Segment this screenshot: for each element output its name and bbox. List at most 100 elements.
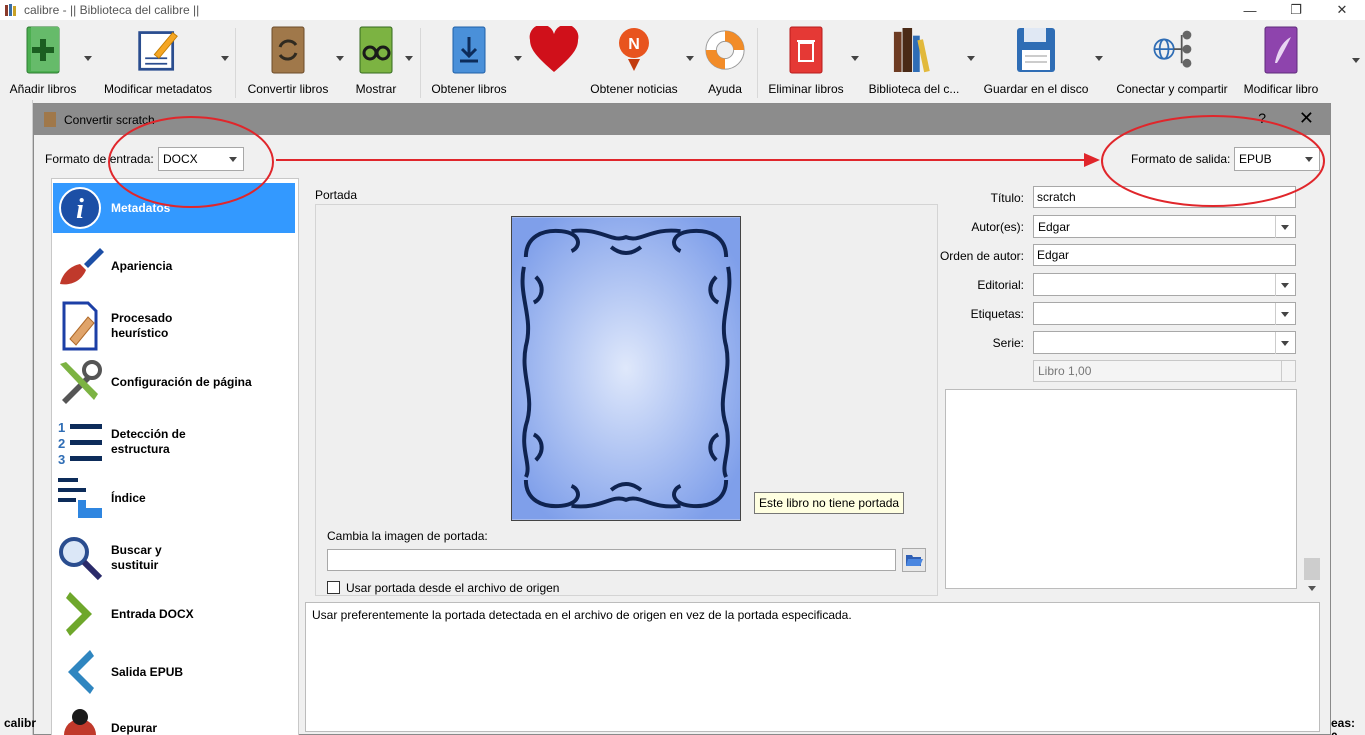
chevron-down-icon bbox=[1281, 312, 1289, 317]
main-toolbar: Añadir libros Modificar metadatos Conver… bbox=[0, 20, 1365, 100]
authors-value: Edgar bbox=[1038, 219, 1071, 234]
comments-editor[interactable] bbox=[945, 389, 1297, 589]
conversion-sections-list: i Metadatos Apariencia Procesado heuríst… bbox=[51, 178, 299, 735]
output-format-value: EPUB bbox=[1239, 152, 1272, 166]
sidebar-item-label: Metadatos bbox=[111, 200, 171, 215]
connect-share-button[interactable]: Conectar y compartir bbox=[1112, 24, 1232, 96]
remove-books-dropdown-icon[interactable] bbox=[851, 56, 859, 61]
use-source-cover-checkbox[interactable] bbox=[327, 581, 340, 594]
get-books-button[interactable]: Obtener libros bbox=[428, 24, 510, 96]
sidebar-item-metadata[interactable]: i Metadatos bbox=[53, 183, 295, 233]
svg-text:3: 3 bbox=[58, 452, 65, 466]
edit-metadata-button[interactable]: Modificar metadatos bbox=[102, 24, 214, 96]
numbered-list-icon: 123 bbox=[58, 420, 102, 466]
magnifier-icon bbox=[59, 537, 103, 581]
status-right: eas: 0 bbox=[1331, 716, 1356, 735]
library-tag-browser-partial bbox=[0, 100, 33, 735]
dialog-titlebar: Convertir scratch ? ✕ bbox=[34, 104, 1330, 135]
sidebar-item-toc[interactable]: Índice bbox=[53, 473, 295, 523]
title-label: Título: bbox=[990, 191, 1024, 205]
convert-books-dropdown-icon[interactable] bbox=[336, 56, 344, 61]
bug-icon bbox=[64, 709, 96, 735]
title-value: scratch bbox=[1037, 190, 1076, 204]
library-books-icon bbox=[893, 28, 930, 73]
input-format-select[interactable]: DOCX bbox=[158, 147, 244, 171]
convert-books-icon bbox=[271, 26, 305, 74]
chevron-down-icon bbox=[1281, 341, 1289, 346]
info-icon: i bbox=[59, 187, 101, 229]
sidebar-item-label: Configuración de página bbox=[111, 374, 252, 389]
publisher-label: Editorial: bbox=[977, 278, 1024, 292]
sidebar-item-label: Salida EPUB bbox=[111, 664, 184, 679]
convert-books-label: Convertir libros bbox=[247, 82, 329, 96]
save-to-disk-button[interactable]: Guardar en el disco bbox=[984, 24, 1088, 96]
browse-cover-button[interactable] bbox=[902, 548, 926, 572]
edit-metadata-dropdown-icon[interactable] bbox=[221, 56, 229, 61]
edit-book-button[interactable]: Modificar libro bbox=[1240, 24, 1322, 96]
dialog-title: Convertir scratch bbox=[64, 112, 155, 127]
chevron-down-icon bbox=[1305, 157, 1313, 162]
cover-image[interactable] bbox=[511, 216, 741, 521]
calibre-library-label: Biblioteca del c... bbox=[868, 82, 960, 96]
calibre-library-dropdown-icon[interactable] bbox=[967, 56, 975, 61]
dialog-close-button[interactable]: ✕ bbox=[1299, 108, 1314, 129]
series-label: Serie: bbox=[992, 336, 1024, 350]
scrollbar-thumb[interactable] bbox=[1304, 558, 1320, 580]
sidebar-item-docx-input[interactable]: Entrada DOCX bbox=[53, 589, 295, 639]
author-sort-label: Orden de autor: bbox=[939, 249, 1024, 263]
sidebar-item-structure-detection[interactable]: 123 Detección de estructura bbox=[53, 413, 295, 471]
sidebar-item-look-feel[interactable]: Apariencia bbox=[53, 241, 295, 291]
floppy-disk-icon bbox=[1017, 28, 1055, 72]
get-books-dropdown-icon[interactable] bbox=[514, 56, 522, 61]
save-to-disk-dropdown-icon[interactable] bbox=[1095, 56, 1103, 61]
chevron-down-icon bbox=[229, 157, 237, 162]
author-sort-input[interactable]: Edgar bbox=[1033, 244, 1296, 266]
sidebar-item-label: Entrada DOCX bbox=[111, 606, 194, 621]
svg-text:2: 2 bbox=[58, 436, 65, 451]
add-books-dropdown-icon[interactable] bbox=[84, 56, 92, 61]
sidebar-item-epub-output[interactable]: Salida EPUB bbox=[53, 647, 295, 697]
cover-path-input[interactable] bbox=[327, 549, 896, 571]
donate-heart-icon[interactable] bbox=[528, 26, 580, 74]
maximize-button[interactable]: ❐ bbox=[1273, 0, 1319, 20]
publisher-combo[interactable] bbox=[1033, 273, 1296, 296]
view-book-icon bbox=[359, 26, 393, 74]
sidebar-item-debug[interactable]: Depurar bbox=[53, 703, 295, 735]
edit-metadata-icon bbox=[138, 31, 178, 71]
chevron-down-icon bbox=[1281, 283, 1289, 288]
sidebar-item-label: Apariencia bbox=[111, 258, 173, 273]
tags-combo[interactable] bbox=[1033, 302, 1296, 325]
metadata-scrollbar[interactable] bbox=[1304, 186, 1320, 596]
toolbar-overflow-icon[interactable] bbox=[1352, 58, 1360, 63]
output-format-select[interactable]: EPUB bbox=[1234, 147, 1320, 171]
fetch-news-dropdown-icon[interactable] bbox=[686, 56, 694, 61]
fetch-news-button[interactable]: N Obtener noticias bbox=[588, 24, 680, 96]
convert-books-button[interactable]: Convertir libros bbox=[246, 24, 330, 96]
output-format-label: Formato de salida: bbox=[1131, 152, 1231, 166]
scroll-down-icon[interactable] bbox=[1308, 586, 1316, 592]
calibre-library-button[interactable]: Biblioteca del c... bbox=[866, 24, 962, 96]
remove-books-button[interactable]: Eliminar libros bbox=[764, 24, 848, 96]
save-to-disk-label: Guardar en el disco bbox=[983, 82, 1089, 96]
authors-combo[interactable]: Edgar bbox=[1033, 215, 1296, 238]
chevron-down-icon bbox=[1281, 225, 1289, 230]
main-titlebar: calibre - || Biblioteca del calibre || —… bbox=[0, 0, 1365, 20]
minimize-button[interactable]: — bbox=[1227, 0, 1273, 20]
edit-book-icon bbox=[1264, 26, 1298, 74]
sidebar-item-page-setup[interactable]: Configuración de página bbox=[53, 357, 295, 407]
series-combo[interactable] bbox=[1033, 331, 1296, 354]
sidebar-item-heuristics[interactable]: Procesado heurístico bbox=[53, 297, 295, 355]
sidebar-item-label: Detección de estructura bbox=[111, 427, 186, 456]
connect-share-label: Conectar y compartir bbox=[1116, 82, 1228, 96]
help-button[interactable]: Ayuda bbox=[700, 24, 750, 96]
remove-books-label: Eliminar libros bbox=[768, 82, 844, 96]
view-dropdown-icon[interactable] bbox=[405, 56, 413, 61]
add-books-button[interactable]: Añadir libros bbox=[8, 24, 78, 96]
title-input[interactable]: scratch bbox=[1033, 186, 1296, 208]
close-window-button[interactable]: ✕ bbox=[1319, 0, 1365, 20]
sidebar-item-search-replace[interactable]: Buscar y sustituir bbox=[53, 531, 295, 585]
view-button[interactable]: Mostrar bbox=[350, 24, 402, 96]
get-books-icon bbox=[452, 26, 486, 74]
dialog-help-button[interactable]: ? bbox=[1258, 110, 1266, 126]
remove-books-icon bbox=[789, 26, 823, 74]
